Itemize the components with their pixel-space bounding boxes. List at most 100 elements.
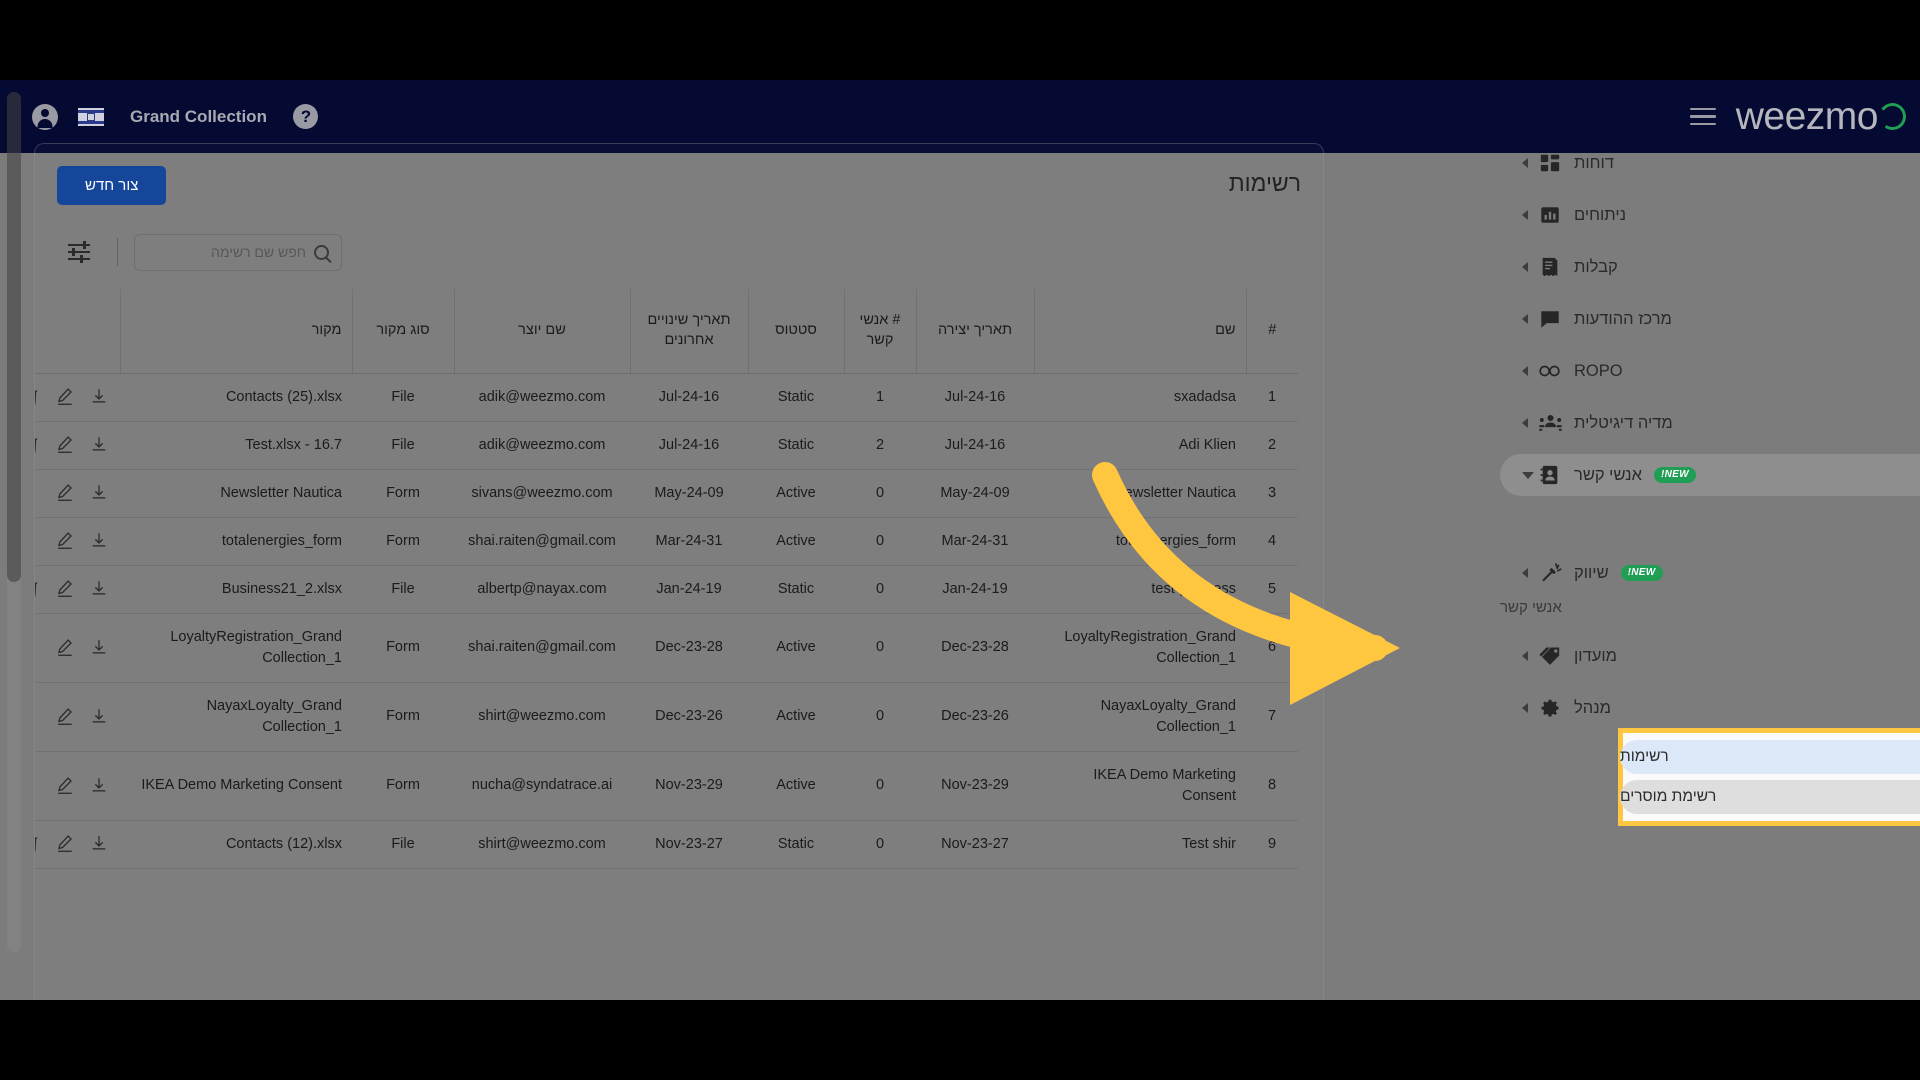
cell-modified: Nov-23-27 <box>630 820 748 869</box>
sidebar-item-label: דוחות <box>1574 153 1614 172</box>
cell-contacts: 0 <box>844 469 916 518</box>
delete-row-placeholder <box>35 707 40 727</box>
cell-created: Jan-24-19 <box>916 565 1034 614</box>
edit-row-icon[interactable] <box>56 435 74 455</box>
edit-row-icon[interactable] <box>56 707 74 727</box>
row-action-group <box>35 834 110 854</box>
header-name[interactable]: שם <box>1033 289 1246 374</box>
sidebar-item-2[interactable]: ניתוחים <box>1500 194 1920 236</box>
cell-source-type: Form <box>352 751 454 821</box>
cell-owner: shirt@weezmo.com <box>454 820 630 869</box>
chevron-icon <box>1522 651 1528 661</box>
chevron-icon <box>1522 158 1528 168</box>
cell-source: Newsletter Nautica <box>120 469 352 518</box>
cell-name: test-progress <box>1034 565 1246 614</box>
chevron-icon <box>1522 262 1528 272</box>
table-row[interactable]: 5 test-progress Jan-24-19 0 Static Jan-24-19 a… <box>35 565 1298 614</box>
help-circle-icon[interactable]: ? <box>283 94 329 140</box>
delete-row-icon[interactable] <box>35 579 40 599</box>
cell-source-type: File <box>352 565 454 614</box>
header-source-type[interactable]: סוג מקור <box>351 289 454 374</box>
download-row-icon[interactable] <box>90 707 108 727</box>
delete-row-icon[interactable] <box>35 435 40 455</box>
header-modified[interactable]: תאריך שינויים אחרונים <box>629 289 748 374</box>
table-row[interactable]: 2 Adi Klien Jul-24-16 2 Static Jul-24-16 adik@… <box>35 421 1298 470</box>
brand-name: Grand Collection <box>130 106 267 126</box>
table-row[interactable]: 9 Test shir Nov-23-27 0 Static Nov-23-27 shirt… <box>35 820 1298 869</box>
scrollbar-thumb[interactable] <box>7 92 21 582</box>
create-new-button[interactable]: צור חדש <box>57 166 167 205</box>
sidebar-item-9[interactable]: מועדון <box>1500 635 1920 677</box>
infinity-icon <box>1538 359 1562 383</box>
edit-row-icon[interactable] <box>56 834 74 854</box>
cell-source-type: File <box>352 421 454 470</box>
sidebar-item-1[interactable]: דוחות <box>1500 142 1920 184</box>
new-badge: NEW! <box>1620 565 1663 581</box>
edit-row-icon[interactable] <box>56 387 74 407</box>
header-index[interactable]: # <box>1245 289 1298 374</box>
download-row-icon[interactable] <box>90 579 108 599</box>
cell-actions <box>35 751 120 821</box>
header-contacts[interactable]: # אנשי קשר <box>843 289 916 374</box>
page-scrollbar[interactable] <box>7 92 21 952</box>
cell-modified: Jan-24-19 <box>630 565 748 614</box>
table-row[interactable]: 1 sxadadsa Jul-24-16 1 Static Jul-24-16 adik@w… <box>35 373 1298 422</box>
sidebar-item-4[interactable]: מרכז ההודעות <box>1500 298 1920 340</box>
row-action-group <box>35 387 110 407</box>
filter-sliders-icon[interactable] <box>57 232 101 272</box>
sidebar-item-5[interactable]: ROPO <box>1500 350 1920 392</box>
row-action-group <box>35 483 110 503</box>
download-row-icon[interactable] <box>90 776 108 796</box>
download-row-icon[interactable] <box>90 834 108 854</box>
cell-source-type: Form <box>352 517 454 566</box>
cell-owner: shai.raiten@gmail.com <box>454 613 630 683</box>
submenu-item-lists[interactable]: רשימות <box>1620 740 1920 774</box>
cell-status: Active <box>748 469 844 518</box>
edit-row-icon[interactable] <box>56 638 74 658</box>
cell-status: Active <box>748 613 844 683</box>
delete-row-icon[interactable] <box>35 387 40 407</box>
download-row-icon[interactable] <box>90 483 108 503</box>
cell-contacts: 0 <box>844 613 916 683</box>
header-owner[interactable]: שם יוצר <box>453 289 630 374</box>
cell-index: 8 <box>1246 751 1298 821</box>
account-circle-icon[interactable] <box>22 94 68 140</box>
cell-contacts: 0 <box>844 517 916 566</box>
sidebar-item-8[interactable]: NEW! שיווק <box>1500 552 1920 594</box>
download-row-icon[interactable] <box>90 435 108 455</box>
sidebar-item-label: מדיה דיגיטלית <box>1574 413 1673 432</box>
search-box[interactable] <box>125 233 342 271</box>
table-row[interactable]: 7 NayaxLoyalty_Grand Collection_1 Dec-23-2… <box>35 682 1298 752</box>
chevron-icon <box>1522 366 1528 376</box>
table-row[interactable]: 4 totalenergies_form Mar-24-31 0 Active Mar-2… <box>35 517 1298 566</box>
submenu-item-senders[interactable]: רשימת מוסרים <box>1620 780 1920 814</box>
submenu-header: אנשי קשר <box>1500 598 1562 616</box>
cell-created: Jul-24-16 <box>916 373 1034 422</box>
cell-status: Active <box>748 751 844 821</box>
table-row[interactable]: 8 IKEA Demo Marketing Consent Nov-23-29 0 Ac… <box>35 751 1298 821</box>
delete-row-icon[interactable] <box>35 834 40 854</box>
download-row-icon[interactable] <box>90 638 108 658</box>
edit-row-icon[interactable] <box>56 531 74 551</box>
table-row[interactable]: 3 Newsletter Nautica May-24-09 0 Active May-2… <box>35 469 1298 518</box>
sidebar-item-7[interactable]: NEW! אנשי קשר <box>1500 454 1920 496</box>
download-row-icon[interactable] <box>90 387 108 407</box>
download-row-icon[interactable] <box>90 531 108 551</box>
list-toolbar <box>57 232 342 272</box>
israel-flag-icon[interactable] <box>68 94 114 140</box>
sidebar-item-10[interactable]: מנהל <box>1500 687 1920 729</box>
header-created[interactable]: תאריך יצירה <box>915 289 1034 374</box>
header-source[interactable]: מקור <box>119 289 352 374</box>
edit-row-icon[interactable] <box>56 579 74 599</box>
edit-row-icon[interactable] <box>56 483 74 503</box>
edit-row-icon[interactable] <box>56 776 74 796</box>
sidebar-item-label: ניתוחים <box>1574 205 1627 224</box>
search-input[interactable] <box>125 244 306 260</box>
cell-contacts: 0 <box>844 820 916 869</box>
cell-index: 7 <box>1246 682 1298 752</box>
sidebar-item-6[interactable]: מדיה דיגיטלית <box>1500 402 1920 444</box>
cell-index: 4 <box>1246 517 1298 566</box>
sidebar-item-3[interactable]: קבלות <box>1500 246 1920 288</box>
header-status[interactable]: סטטוס <box>747 289 844 374</box>
table-row[interactable]: 6 LoyaltyRegistration_Grand Collection_1 D… <box>35 613 1298 683</box>
